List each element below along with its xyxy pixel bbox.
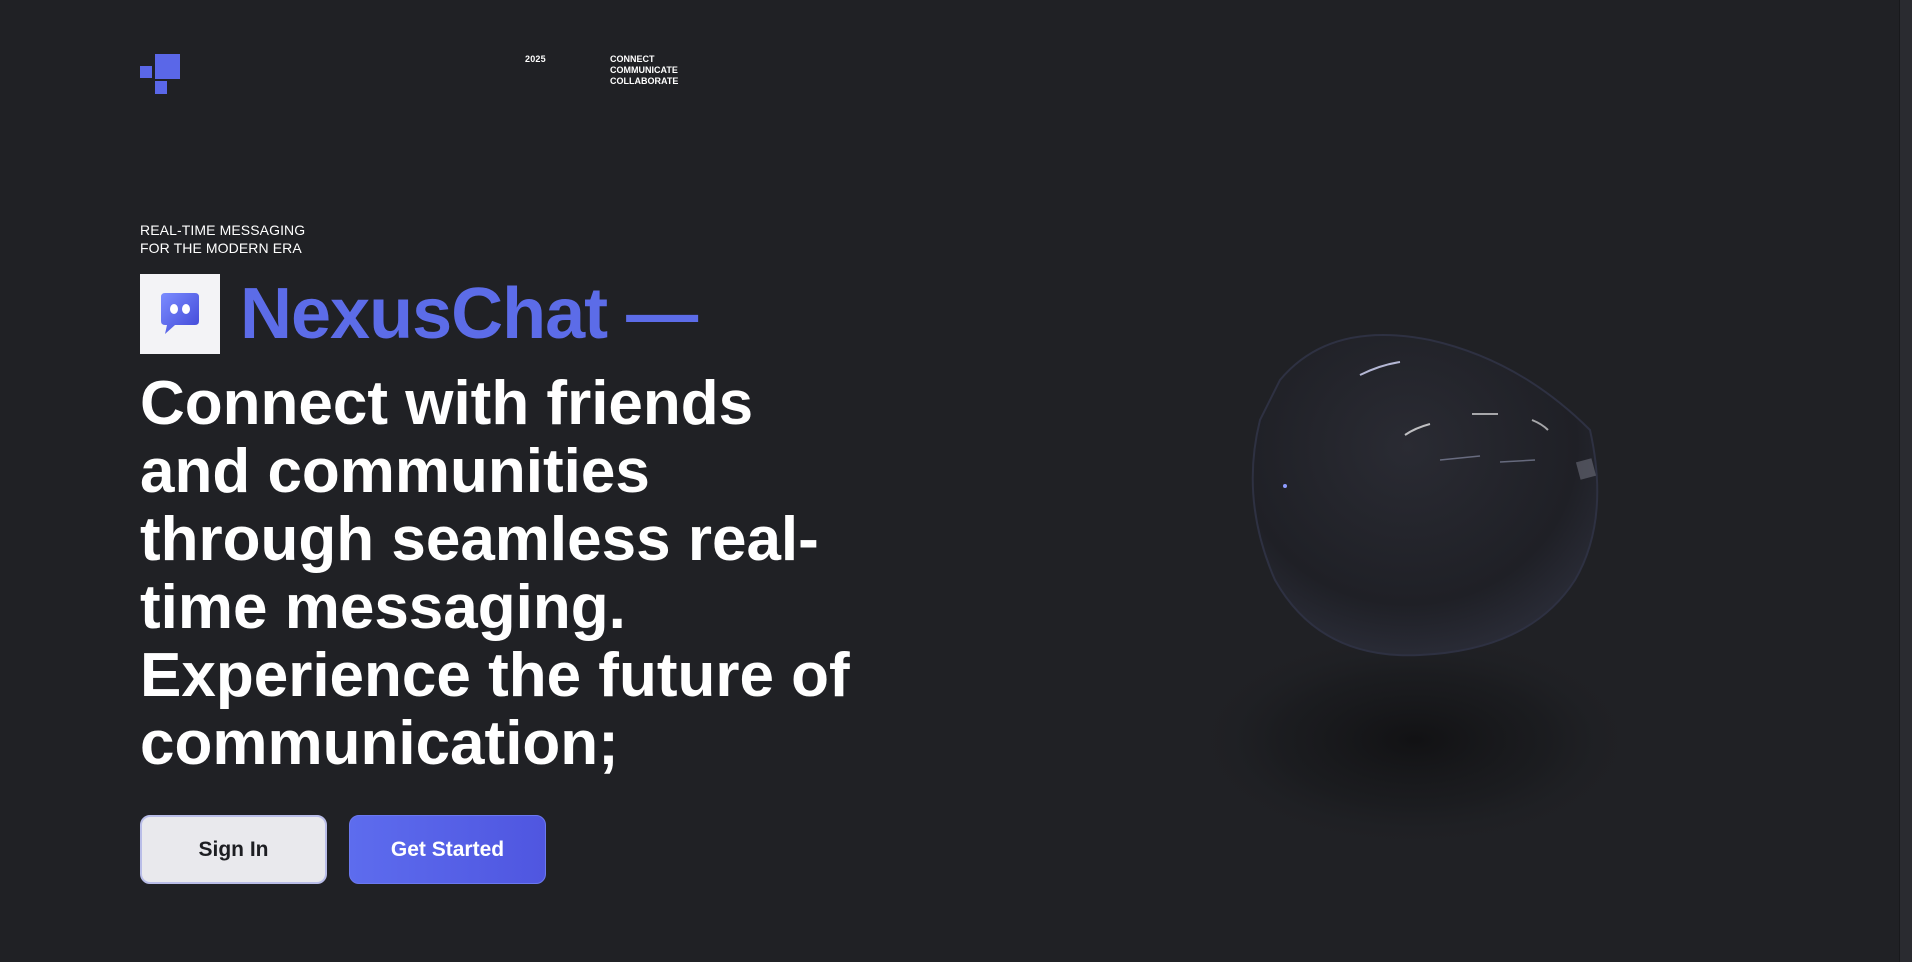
tagline-line: CONNECT: [610, 54, 655, 64]
tagline: CONNECT COMMUNICATE COLLABORATE: [610, 54, 678, 87]
page-scrollbar[interactable]: [1899, 0, 1912, 962]
year-label: 2025: [525, 54, 546, 64]
brand-row: NexusChat —: [140, 274, 698, 354]
chat-bubble-icon: [140, 274, 220, 354]
eyebrow-line: FOR THE MODERN ERA: [140, 240, 302, 256]
tagline-line: COLLABORATE: [610, 76, 679, 86]
glass-blob-illustration: [1160, 320, 1640, 880]
brand-name: NexusChat —: [240, 274, 698, 354]
tagline-line: COMMUNICATE: [610, 65, 678, 75]
hero-headline: Connect with friends and communities thr…: [140, 369, 850, 778]
sign-in-button[interactable]: Sign In: [140, 815, 327, 884]
logo-icon[interactable]: [140, 54, 180, 94]
hero-eyebrow: REAL-TIME MESSAGING FOR THE MODERN ERA: [140, 221, 305, 257]
get-started-button[interactable]: Get Started: [349, 815, 546, 884]
eyebrow-line: REAL-TIME MESSAGING: [140, 222, 306, 238]
